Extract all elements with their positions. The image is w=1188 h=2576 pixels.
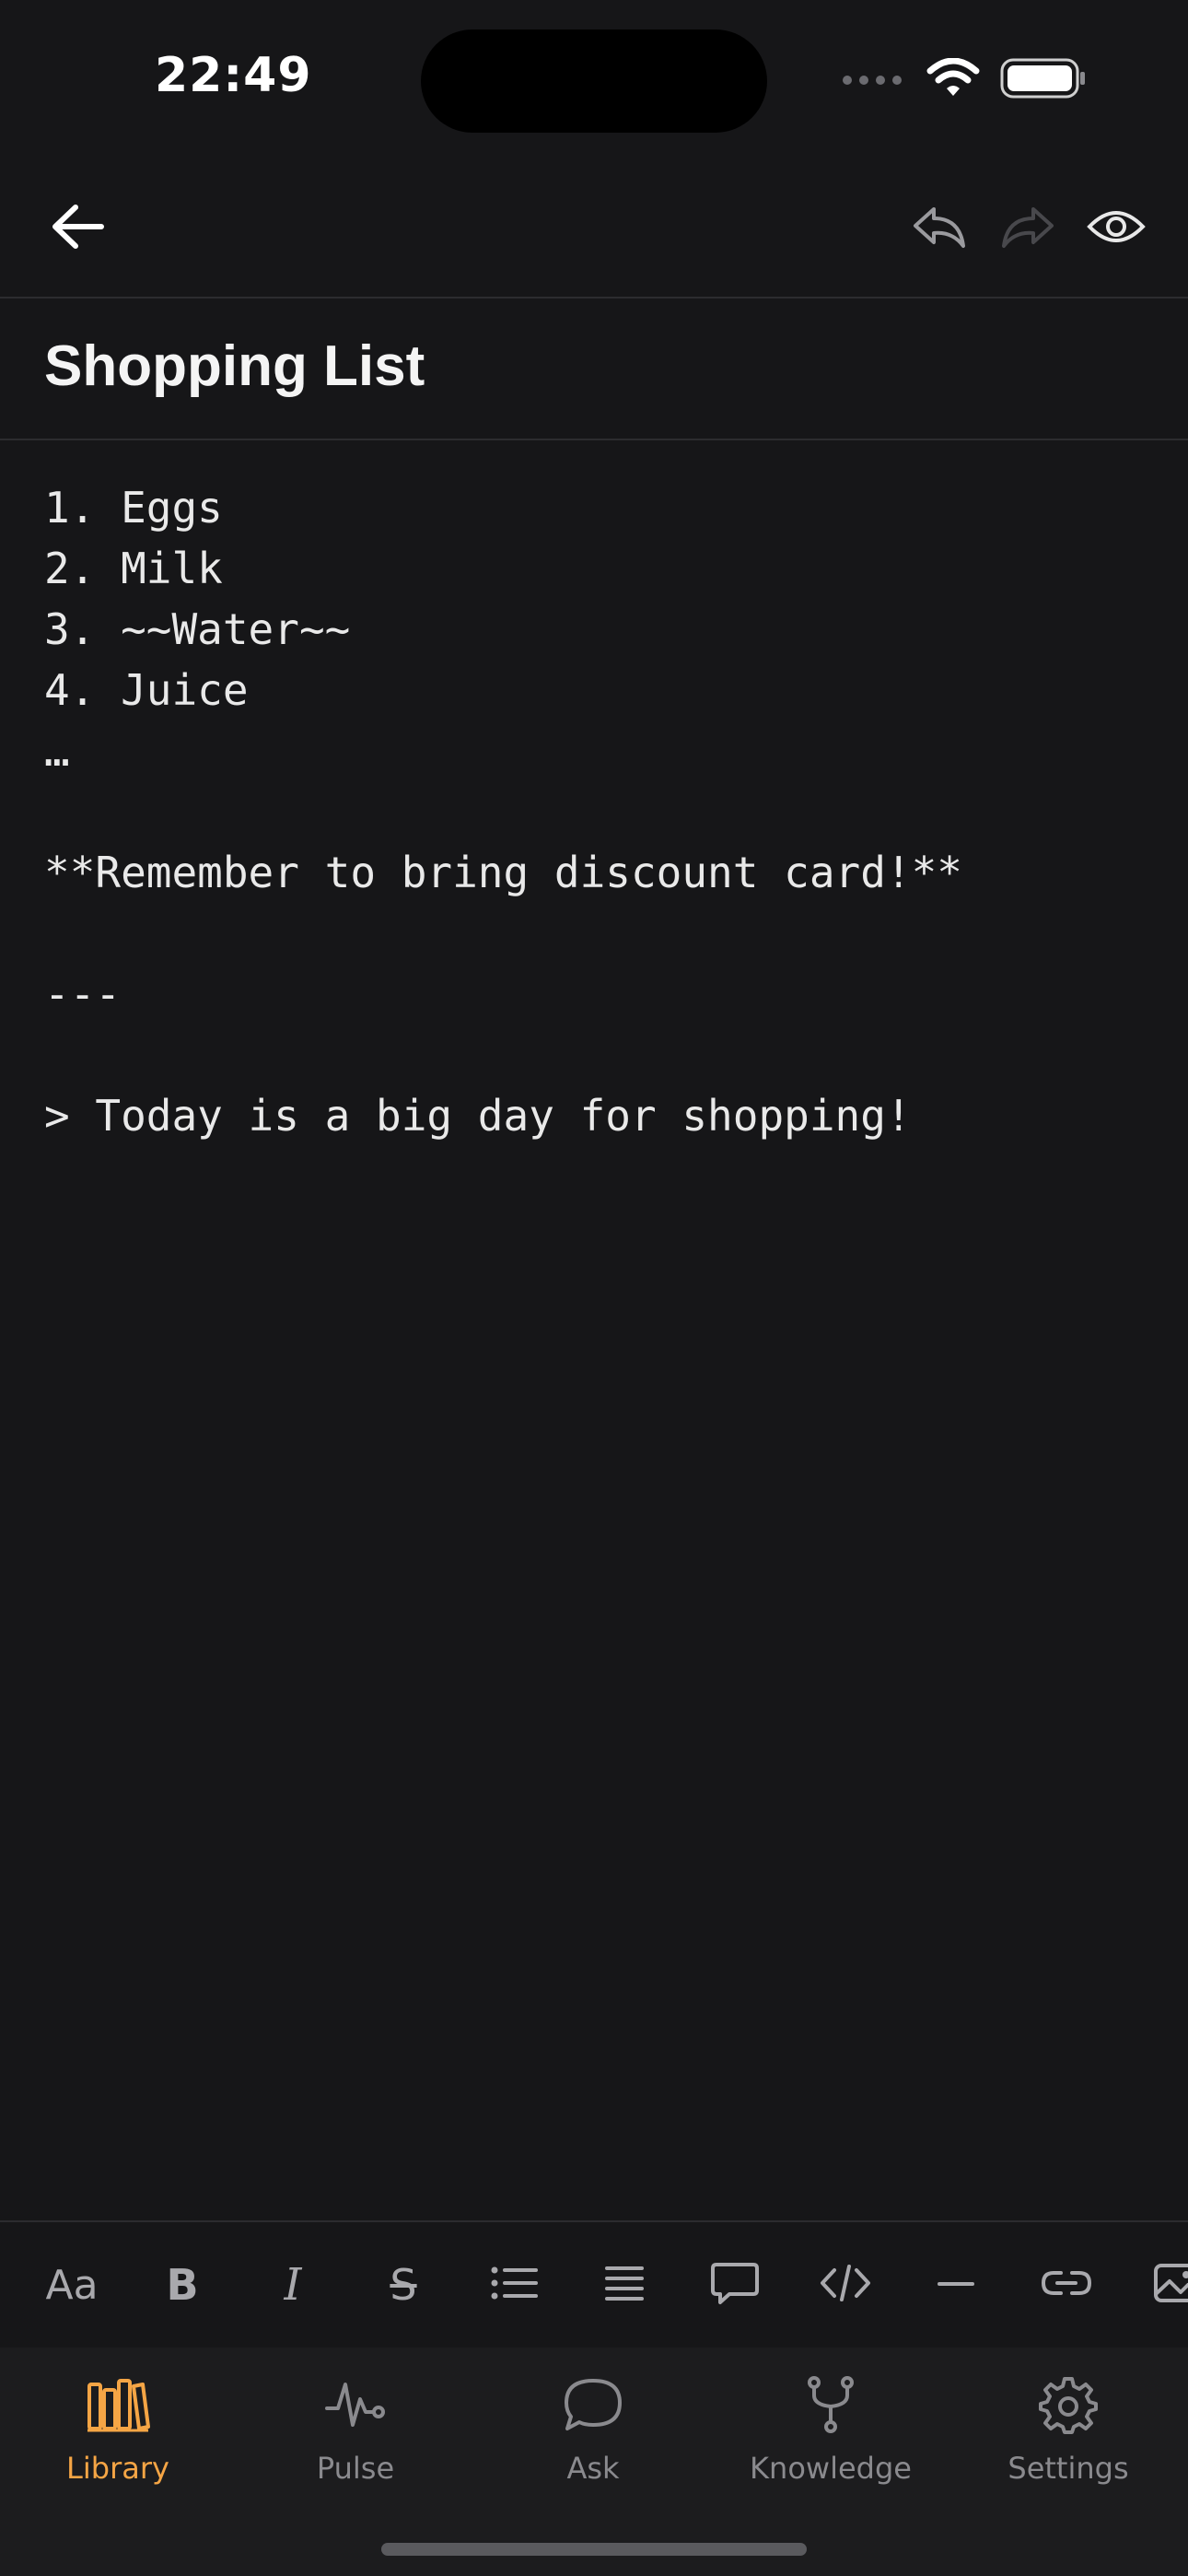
status-icons xyxy=(842,57,1087,103)
tab-settings[interactable]: Settings xyxy=(958,2368,1179,2497)
undo-button[interactable] xyxy=(903,192,976,265)
paragraph-lines-icon xyxy=(604,2265,645,2306)
library-books-icon xyxy=(81,2368,155,2441)
dynamic-island xyxy=(421,29,767,133)
editor-blank-line[interactable] xyxy=(44,1025,1149,1085)
note-editor[interactable]: 1. Eggs 2. Milk 3. ~~Water~~ 4. Juice … … xyxy=(44,477,1149,1146)
editor-blank-line[interactable] xyxy=(44,781,1149,842)
back-button[interactable] xyxy=(41,192,114,265)
tab-label: Pulse xyxy=(316,2451,395,2486)
wifi-icon xyxy=(926,57,980,103)
horizontal-rule-button[interactable] xyxy=(919,2248,993,2322)
bullet-list-icon xyxy=(490,2265,538,2306)
editor-line[interactable]: 2. Milk xyxy=(44,538,1149,599)
preview-button[interactable] xyxy=(1079,192,1153,265)
status-bar: 22:49 xyxy=(0,0,1188,157)
tab-label: Settings xyxy=(1007,2451,1129,2486)
nav-bar xyxy=(0,157,1188,299)
italic-icon: I xyxy=(284,2259,302,2311)
editor-line[interactable]: … xyxy=(44,720,1149,781)
tab-label: Library xyxy=(66,2451,169,2486)
home-indicator xyxy=(381,2543,807,2556)
editor-line[interactable]: > Today is a big day for shopping! xyxy=(44,1085,1149,1146)
bold-button[interactable]: B xyxy=(146,2248,219,2322)
undo-icon xyxy=(912,204,967,254)
code-button[interactable] xyxy=(809,2248,882,2322)
link-icon xyxy=(1041,2269,1092,2301)
italic-button[interactable]: I xyxy=(256,2248,330,2322)
title-bar: Shopping List xyxy=(0,299,1188,440)
tab-label: Knowledge xyxy=(750,2451,912,2486)
editor-line[interactable]: 3. ~~Water~~ xyxy=(44,599,1149,660)
image-button[interactable] xyxy=(1140,2248,1188,2322)
note-title[interactable]: Shopping List xyxy=(44,334,425,399)
editor-blank-line[interactable] xyxy=(44,903,1149,964)
link-button[interactable] xyxy=(1030,2248,1103,2322)
strikethrough-button[interactable]: S xyxy=(367,2248,440,2322)
strikethrough-icon: S xyxy=(390,2260,417,2310)
tab-ask[interactable]: Ask xyxy=(483,2368,704,2497)
comment-icon xyxy=(711,2261,759,2310)
editor-line[interactable]: **Remember to bring discount card!** xyxy=(44,842,1149,903)
text-style-icon: Aa xyxy=(45,2261,99,2309)
bullet-list-button[interactable] xyxy=(477,2248,551,2322)
redo-button[interactable] xyxy=(991,192,1065,265)
tab-pulse[interactable]: Pulse xyxy=(245,2368,466,2497)
comment-button[interactable] xyxy=(698,2248,772,2322)
format-toolbar: Aa B I S xyxy=(0,2220,1188,2349)
tab-knowledge[interactable]: Knowledge xyxy=(720,2368,941,2497)
bold-icon: B xyxy=(166,2260,199,2310)
editor-line[interactable]: --- xyxy=(44,964,1149,1025)
image-icon xyxy=(1153,2263,1188,2308)
horizontal-rule-icon xyxy=(938,2277,974,2293)
gear-icon xyxy=(1031,2368,1105,2441)
eye-icon xyxy=(1087,206,1146,252)
editor-line[interactable]: 1. Eggs xyxy=(44,477,1149,538)
chat-bubble-icon xyxy=(556,2368,630,2441)
cellular-signal-icon xyxy=(842,69,906,92)
tab-library[interactable]: Library xyxy=(7,2368,228,2497)
status-time: 22:49 xyxy=(155,48,312,103)
tab-label: Ask xyxy=(566,2451,620,2486)
battery-icon xyxy=(1000,58,1087,103)
arrow-left-icon xyxy=(50,204,105,254)
editor-line[interactable]: 4. Juice xyxy=(44,660,1149,720)
pulse-icon xyxy=(319,2368,392,2441)
paragraph-button[interactable] xyxy=(588,2248,661,2322)
code-icon xyxy=(820,2263,871,2308)
tab-bar: Library Pulse Ask Knowledge Settings xyxy=(0,2348,1188,2576)
text-style-button[interactable]: Aa xyxy=(35,2248,109,2322)
branch-icon xyxy=(794,2368,868,2441)
redo-icon xyxy=(1000,204,1055,254)
